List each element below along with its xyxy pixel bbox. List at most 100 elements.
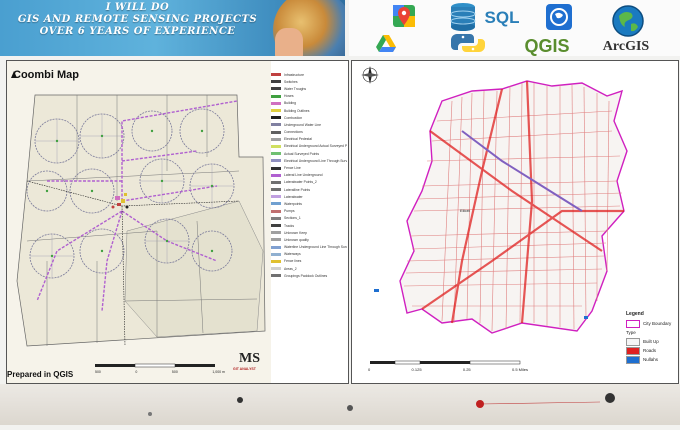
legend-item: Type <box>626 328 676 337</box>
legend-item: Waterline Underground Line Through Surve… <box>271 244 347 251</box>
legend-symbol <box>271 180 281 184</box>
legend-symbol <box>271 137 281 141</box>
legend-symbol <box>271 231 281 235</box>
banner-title: I WILL DO GIS AND REMOTE SENSING PROJECT… <box>0 2 275 38</box>
legend-swatch <box>626 355 640 364</box>
legend-item: Hoses <box>271 93 347 100</box>
legend-label: Electrical Underground Actual Surveyed P… <box>284 144 347 149</box>
legend-item: Switches <box>271 78 347 85</box>
city-boundary <box>399 80 628 334</box>
legend-symbol <box>271 245 281 249</box>
legend-label: Type <box>626 330 636 335</box>
legend-swatch <box>626 319 640 328</box>
scale-bar <box>95 363 215 368</box>
legend-item: Lateralwater Points_2 <box>271 179 347 186</box>
legend-label: Built Up <box>643 339 659 344</box>
legend-symbol <box>271 123 281 127</box>
legend-symbol <box>271 144 281 148</box>
legend-item: Lateral Line Underground <box>271 172 347 179</box>
legend-item: Underground Water Line <box>271 121 347 128</box>
legend-symbol <box>271 267 281 271</box>
legend-title: Legend <box>626 311 644 317</box>
legend-label: Unknown Keep <box>284 230 307 235</box>
legend-label: Sections_1 <box>284 216 301 221</box>
legend-item: Pumps <box>271 208 347 215</box>
right-map-legend: Legend City Boundary Type Built Up Roads Nul… <box>626 311 676 364</box>
legend-item: Areas_2 <box>271 265 347 272</box>
legend-symbol <box>271 152 281 156</box>
legend-symbol <box>271 130 281 134</box>
qgis-label: QGIS <box>524 35 570 56</box>
scale-label: 1,000 m <box>212 370 225 374</box>
scale-label: 0.25 <box>462 367 471 372</box>
left-map-legend: Infrastructure Switches Water Troughs Hoses… <box>271 71 347 279</box>
nullah-mark <box>584 316 588 319</box>
legend-item: Waterways <box>271 251 347 258</box>
map-title: Coombi Map <box>13 69 79 81</box>
legend-item: Roads <box>626 346 676 355</box>
scale-label: 500 <box>171 370 178 374</box>
banner-title-line-2: GIS AND REMOTE SENSING PROJECTS <box>17 14 258 25</box>
legend-label: Tracks <box>284 223 295 228</box>
legend-item: Connections <box>271 129 347 136</box>
right-scale-bar <box>370 360 521 365</box>
hand-image <box>275 28 303 56</box>
legend-symbol <box>271 109 281 113</box>
legend-label: Pumps <box>284 209 295 214</box>
signature-logo: MS <box>239 351 260 366</box>
legend-label: Infrastructure <box>284 72 304 77</box>
python-icon <box>451 32 485 54</box>
legend-label: Electrical Underground Line Through Surv… <box>284 158 347 163</box>
legend-label: Building Outlines <box>284 108 310 113</box>
legend-symbol <box>271 188 281 192</box>
legend-label: Electrical Pedestal <box>284 137 312 142</box>
legend-symbol <box>271 238 281 242</box>
legend-label: Connections <box>284 130 303 135</box>
scale-label: 0.5 Miles <box>511 367 528 372</box>
legend-symbol <box>271 195 281 199</box>
banner-title-line-3: OVER 6 YEARS OF EXPERIENCE <box>39 26 236 37</box>
legend-symbol <box>271 209 281 213</box>
nullah-mark <box>374 289 379 292</box>
compass-icon <box>361 66 379 84</box>
legend-item: Water Troughs <box>271 85 347 92</box>
coombi-map-panel: Coombi Map 500 0 500 1,000 m Prepared in… <box>6 60 349 384</box>
legend-label: Actual Surveyed Points <box>284 151 320 156</box>
legend-symbol <box>271 274 281 278</box>
legend-symbol <box>271 166 281 170</box>
bottom-map-pins <box>148 393 615 416</box>
prepared-in-label: Prepared in QGIS <box>7 370 74 379</box>
scale-label: 0.125 <box>411 367 422 372</box>
banner-left: I WILL DO GIS AND REMOTE SENSING PROJECT… <box>0 0 345 56</box>
legend-item: Lateralwater <box>271 193 347 200</box>
legend-label: Groupings Paddock Outlines <box>284 273 328 278</box>
legend-label: Combustion <box>284 115 303 120</box>
google-drive-icon <box>376 34 396 52</box>
coombi-map-canvas <box>16 94 266 368</box>
legend-item: Actual Surveyed Points <box>271 150 347 157</box>
legend-symbol <box>271 202 281 206</box>
google-maps-icon <box>391 3 417 29</box>
legend-item: Infrastructure <box>271 71 347 78</box>
legend-label: Nullahs <box>643 357 659 362</box>
arcgis-globe-icon <box>611 4 645 38</box>
scale-label: 0 <box>135 370 138 374</box>
legend-item: Electrical Underground Actual Surveyed P… <box>271 143 347 150</box>
legend-label: Waterpoints <box>284 201 302 206</box>
legend-item: Sections_1 <box>271 215 347 222</box>
legend-label: Waterline Underground Line Through Surve… <box>284 245 347 250</box>
legend-item: Building <box>271 100 347 107</box>
legend-label: Areas_2 <box>284 266 297 271</box>
legend-symbol <box>271 173 281 177</box>
legend-item: Electrical Pedestal <box>271 136 347 143</box>
legend-symbol <box>271 87 281 91</box>
banner-right-logos: SQL QGIS ArcGIS <box>349 0 680 56</box>
legend-symbol <box>271 159 281 163</box>
legend-item: Built Up <box>626 337 676 346</box>
legend-label: Fence Line <box>284 166 301 171</box>
legend-item: Building Outlines <box>271 107 347 114</box>
legend-item: Fence Line <box>271 164 347 171</box>
legend-item: City Boundary <box>626 319 676 328</box>
legend-label: Fence lines <box>284 259 302 264</box>
arcgis-label: ArcGIS <box>602 38 650 54</box>
